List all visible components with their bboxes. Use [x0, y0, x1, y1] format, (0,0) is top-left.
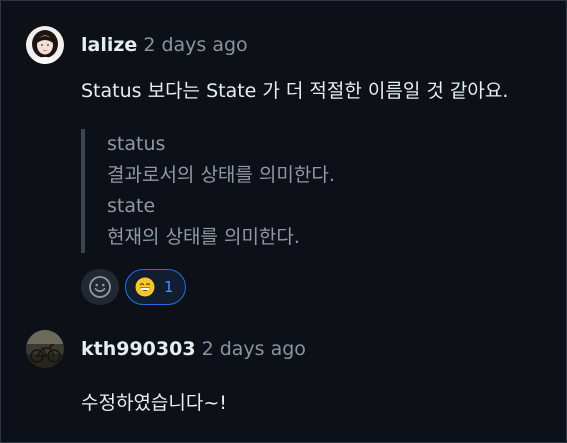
grinning-face-icon — [135, 277, 155, 297]
reaction-count: 1 — [164, 278, 174, 296]
comment-header: lalize 2 days ago — [26, 26, 508, 64]
quote-line: state — [107, 195, 156, 217]
smiley-add-icon — [89, 276, 111, 298]
comment-body: Status 보다는 State 가 더 적절한 이름일 것 같아요. stat… — [81, 77, 508, 305]
author-name[interactable]: kth990303 — [81, 338, 196, 360]
avatar-image — [26, 330, 64, 368]
quote-line: 결과로서의 상태를 의미한다. — [107, 164, 335, 186]
comment-body: 수정하였습니다~! — [81, 389, 306, 417]
avatar[interactable] — [26, 26, 64, 64]
reactions-bar: 1 — [81, 269, 508, 305]
conversation-panel: lalize 2 days ago Status 보다는 State 가 더 적… — [0, 0, 567, 443]
quote-line: 현재의 상태를 의미한다. — [107, 226, 300, 248]
comment: lalize 2 days ago Status 보다는 State 가 더 적… — [26, 26, 508, 305]
avatar[interactable] — [26, 330, 64, 368]
comment-text: Status 보다는 State 가 더 적절한 이름일 것 같아요. — [81, 80, 509, 102]
reaction-chip-grinning[interactable]: 1 — [125, 269, 186, 305]
blockquote: status 결과로서의 상태를 의미한다. state 현재의 상태를 의미한… — [81, 129, 508, 253]
timestamp[interactable]: 2 days ago — [143, 34, 247, 56]
comment-header: kth990303 2 days ago — [26, 330, 306, 368]
comment: kth990303 2 days ago 수정하였습니다~! — [26, 330, 306, 417]
quote-line: status — [107, 133, 166, 155]
author-name[interactable]: lalize — [81, 34, 137, 56]
timestamp[interactable]: 2 days ago — [202, 338, 306, 360]
avatar-image — [26, 26, 64, 64]
add-reaction-button[interactable] — [81, 269, 119, 305]
comment-text: 수정하였습니다~! — [81, 392, 227, 414]
